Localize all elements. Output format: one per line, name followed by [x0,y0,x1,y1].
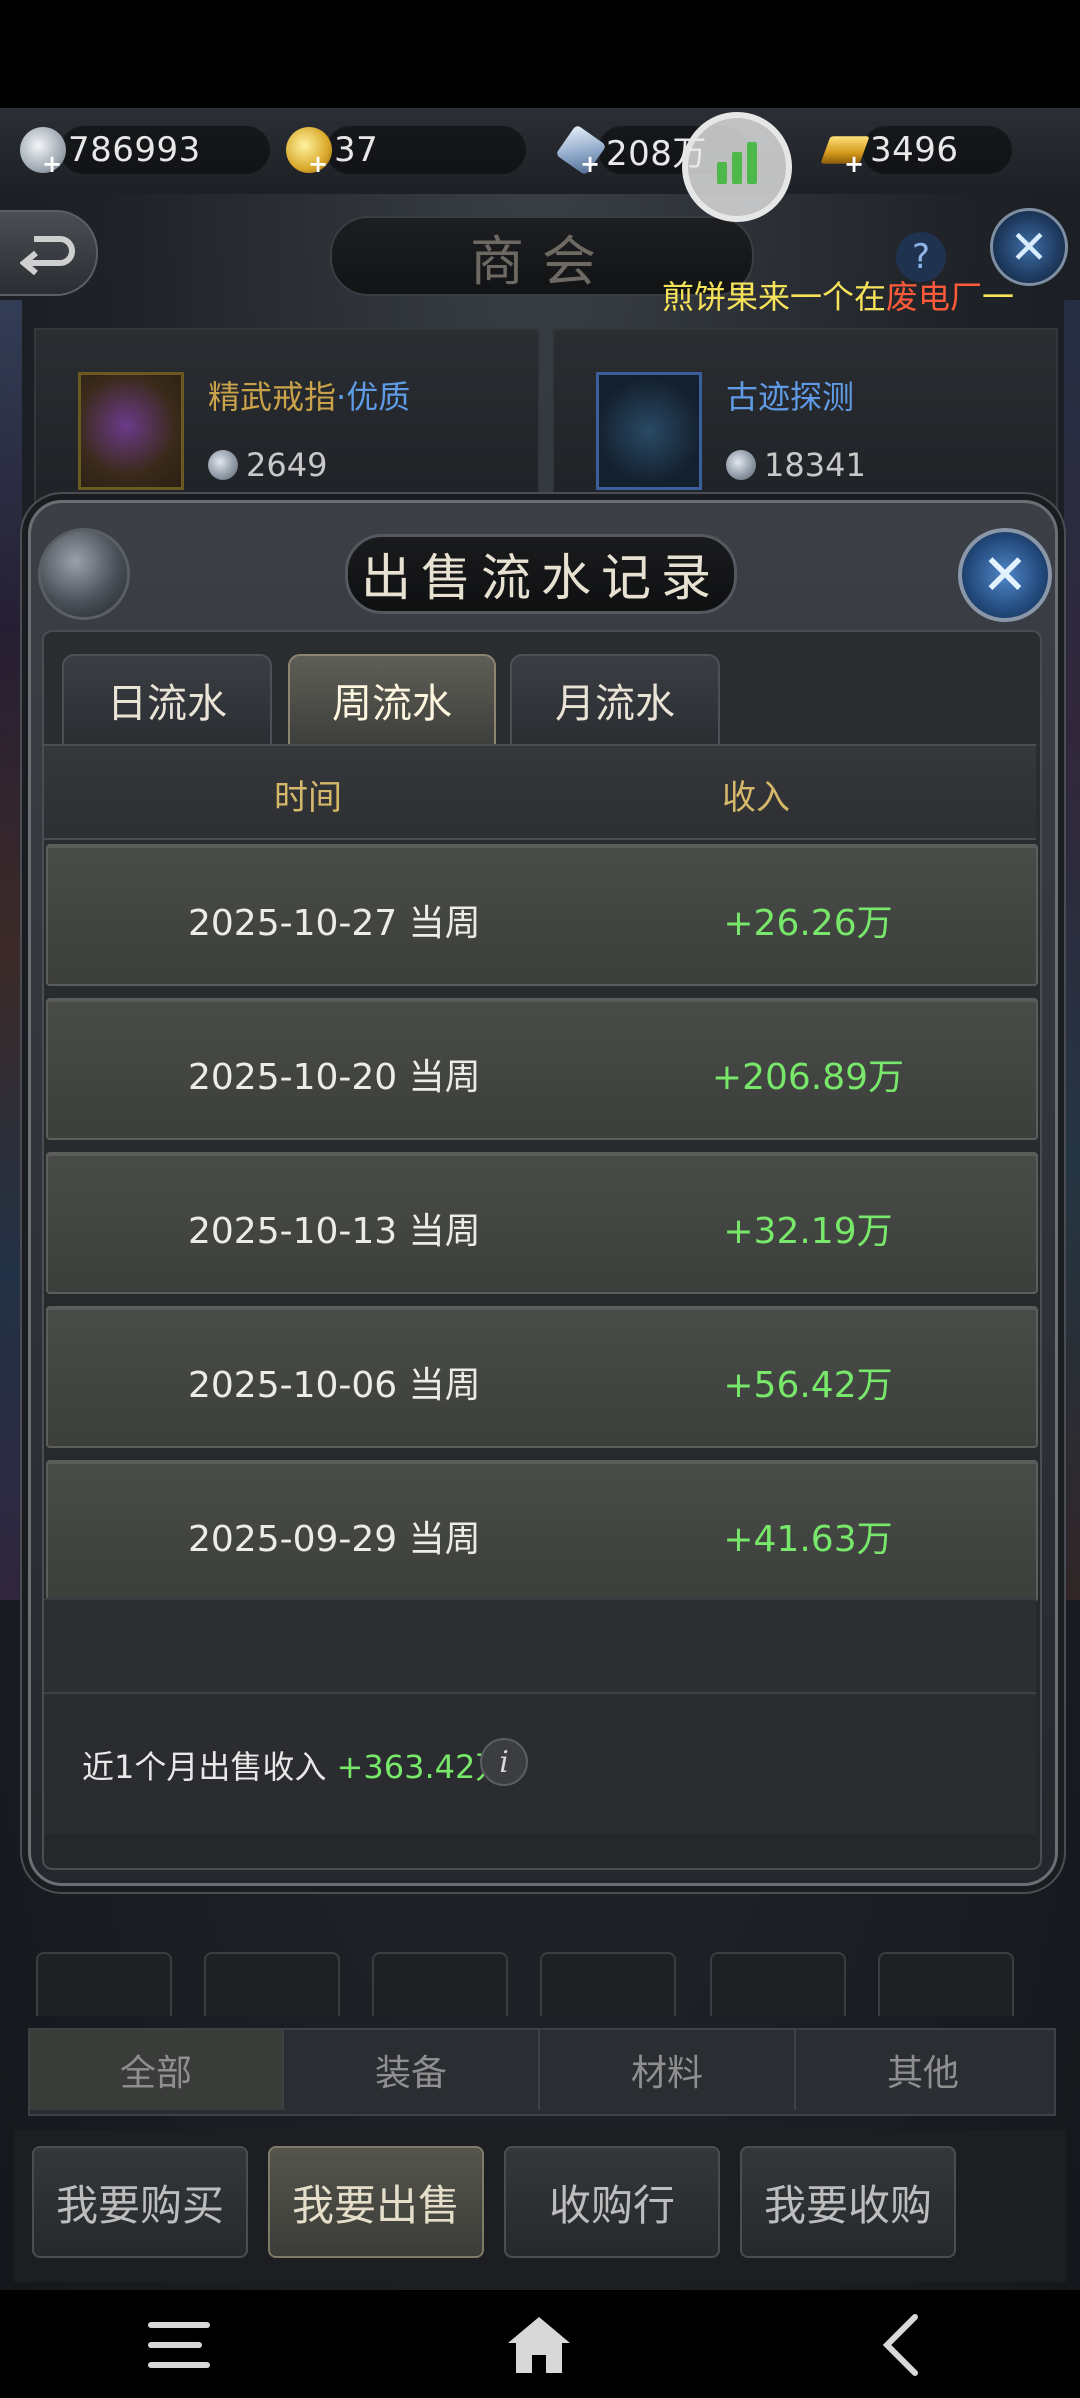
item-slot[interactable] [204,1952,340,2016]
marquee-broadcast: 煎饼果来一个在废电厂一 [662,278,1015,316]
modal-close-button[interactable]: ✕ [958,528,1052,622]
table-row: 2025-10-20 当周 +206.89万 [46,998,1038,1140]
row-date: 2025-10-13 当周 [188,1211,481,1252]
background-decoration-right [1064,300,1080,1600]
plus-icon: + [42,150,63,178]
currency-silver[interactable]: + 786993 [20,120,270,180]
item-slot[interactable] [878,1952,1014,2016]
column-header-time: 时间 [274,778,342,818]
row-date: 2025-10-06 当周 [188,1365,481,1406]
row-date: 2025-09-29 当周 [188,1519,481,1560]
row-income: +41.63万 [723,1519,893,1560]
close-icon: ✕ [1009,220,1049,274]
category-materials[interactable]: 材料 [540,2030,796,2110]
currency-value: 786993 [68,130,201,170]
row-income: +206.89万 [711,1057,905,1098]
buy-button[interactable]: 我要购买 [32,2146,248,2258]
menu-icon[interactable] [134,2310,224,2380]
plus-icon: + [580,150,601,178]
item-slot[interactable] [36,1952,172,2016]
item-slot[interactable] [540,1952,676,2016]
item-slot[interactable] [372,1952,508,2016]
table-row: 2025-10-06 当周 +56.42万 [46,1306,1038,1448]
ornament-orb-icon [38,528,130,620]
currency-crystal[interactable]: + 208万 [555,120,748,180]
currency-value: 208万 [606,133,707,174]
currency-gold[interactable]: + 37 [286,120,526,180]
table-header [44,744,1036,840]
item-slot[interactable] [710,1952,846,2016]
row-date: 2025-10-20 当周 [188,1057,481,1098]
product-price: 2649 [208,446,327,484]
category-all[interactable]: 全部 [30,2030,284,2110]
back-arrow-icon [20,236,75,275]
want-to-buy-button[interactable]: 我要收购 [740,2146,956,2258]
row-income: +32.19万 [723,1211,893,1252]
detector-icon [596,372,702,490]
back-icon[interactable] [856,2310,946,2380]
back-button[interactable] [0,210,98,296]
category-other[interactable]: 其他 [796,2030,1050,2110]
plus-icon: + [844,150,865,178]
background-decoration-left [0,300,22,1600]
close-icon: ✕ [981,542,1029,608]
summary-label: 近1个月出售收入 [82,1748,327,1786]
product-name: 精武戒指 [208,378,337,416]
page-title: 商会 [470,229,614,293]
product-card[interactable]: 精武戒指·优质 2649 [34,328,540,522]
table-row: 2025-10-27 当周 +26.26万 [46,844,1038,986]
plus-icon: + [308,150,329,178]
row-income: +56.42万 [723,1365,893,1406]
home-icon[interactable] [494,2310,584,2380]
table-row: 2025-09-29 当周 +41.63万 [46,1460,1038,1602]
currency-gold-bar[interactable]: + 3496 [820,120,1012,180]
bar-chart-icon [717,142,757,184]
silver-coin-icon [208,450,238,480]
modal-title-plate: 出售流水记录 [345,534,737,614]
tab-weekly[interactable]: 周流水 [288,654,496,746]
product-quality: ·优质 [336,378,411,416]
currency-value: 37 [334,130,379,170]
product-name: 古迹探测 [726,378,855,416]
category-equipment[interactable]: 装备 [284,2030,540,2110]
ring-icon [78,372,184,490]
table-empty-row [44,1598,1036,1692]
row-income: +26.26万 [723,903,893,944]
silver-coin-icon [726,450,756,480]
currency-value: 3496 [870,130,959,170]
row-date: 2025-10-27 当周 [188,903,481,944]
table-row: 2025-10-13 当周 +32.19万 [46,1152,1038,1294]
tab-daily[interactable]: 日流水 [62,654,272,746]
modal-title: 出售流水记录 [361,549,721,607]
purchase-market-button[interactable]: 收购行 [504,2146,720,2258]
info-icon[interactable]: i [480,1738,528,1786]
product-card[interactable]: 古迹探测 18341 [552,328,1058,522]
product-price: 18341 [726,446,866,484]
tab-monthly[interactable]: 月流水 [510,654,720,746]
column-header-income: 收入 [722,778,790,818]
sell-button[interactable]: 我要出售 [268,2146,484,2258]
summary-text: 近1个月出售收入 +363.42万 [82,1742,507,1788]
